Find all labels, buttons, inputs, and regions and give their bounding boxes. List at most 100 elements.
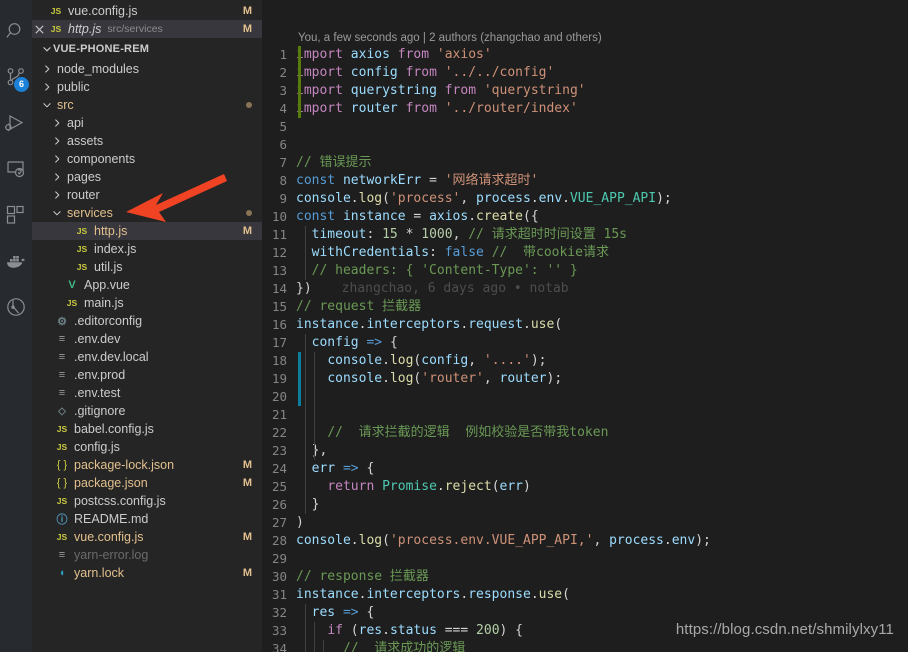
line-text: // 请求拦截的逻辑 例如校验是否带我token [327, 425, 609, 440]
tree-file-package-json[interactable]: { } package.json M [32, 474, 262, 492]
extensions-icon[interactable] [0, 192, 32, 238]
source-control-icon[interactable]: 6 [0, 54, 32, 100]
tree-file-app-vue[interactable]: V App.vue [32, 276, 262, 294]
code-line[interactable]: 25 return Promise.reject(err) [262, 478, 908, 496]
line-number: 1 [279, 47, 287, 62]
code-line[interactable]: 30 // response 拦截器 [262, 568, 908, 586]
tree-item-label: api [67, 116, 84, 130]
tree-file-package-lock-json[interactable]: { } package-lock.json M [32, 456, 262, 474]
line-text: instance.interceptors.response.use( [296, 587, 570, 602]
indent-guide [323, 640, 324, 652]
code-line[interactable]: 8 const networkErr = '网络请求超时' [262, 172, 908, 190]
env-file-icon: ≡ [58, 369, 66, 381]
code-line[interactable]: 31 instance.interceptors.response.use( [262, 586, 908, 604]
tree-file-vue-config-js[interactable]: JS vue.config.js M [32, 528, 262, 546]
code-line[interactable]: 20 [262, 388, 908, 406]
explorer-root-header[interactable]: VUE-PHONE-REM [32, 38, 262, 60]
vscode-window: 6 JS vue.config.js M JS http.js src/serv… [0, 0, 908, 652]
tree-folder-components[interactable]: components [32, 150, 262, 168]
indent-guide [305, 334, 306, 352]
line-number: 5 [279, 119, 287, 134]
indent-guide [314, 442, 315, 460]
search-icon[interactable] [0, 8, 32, 54]
close-icon[interactable] [32, 24, 47, 34]
code-line[interactable]: 28 console.log('process.env.VUE_APP_API,'… [262, 532, 908, 550]
open-editor-item[interactable]: JS vue.config.js M [32, 2, 262, 20]
tree-folder-pages[interactable]: pages [32, 168, 262, 186]
code-line[interactable]: 19 console.log('router', router); [262, 370, 908, 388]
tree-folder-node-modules[interactable]: node_modules [32, 60, 262, 78]
code-line[interactable]: 34 // 请求成功的逻辑 [262, 640, 908, 652]
tree-file-postcss-config-js[interactable]: JS postcss.config.js [32, 492, 262, 510]
code-line[interactable]: 5 [262, 118, 908, 136]
code-line[interactable]: 18 console.log(config, '....'); [262, 352, 908, 370]
code-line[interactable]: 10 const instance = axios.create({ [262, 208, 908, 226]
tree-file-yarn-error-log[interactable]: ≡ yarn-error.log [32, 546, 262, 564]
code-content[interactable]: 1 import axios from 'axios' 2 import config… [262, 46, 908, 652]
tree-file-index-js[interactable]: JS index.js [32, 240, 262, 258]
tree-file-util-js[interactable]: JS util.js [32, 258, 262, 276]
code-line[interactable]: 27) [262, 514, 908, 532]
code-line[interactable]: 14}) zhangchao, 6 days ago • notab [262, 280, 908, 298]
tree-file-http-js[interactable]: JS http.js M [32, 222, 262, 240]
code-line[interactable]: 24 err => { [262, 460, 908, 478]
tree-file-babel-config-js[interactable]: JS babel.config.js [32, 420, 262, 438]
tree-item-label: postcss.config.js [74, 494, 166, 508]
code-line[interactable]: 26 } [262, 496, 908, 514]
code-line[interactable]: 9 console.log('process', process.env.VUE_… [262, 190, 908, 208]
tree-folder-router[interactable]: router [32, 186, 262, 204]
code-line[interactable]: 13 // headers: { 'Content-Type': '' } [262, 262, 908, 280]
indent-guide [305, 352, 306, 370]
code-line[interactable]: 22 // 请求拦截的逻辑 例如校验是否带我token [262, 424, 908, 442]
code-line[interactable]: 7 // 错误提示 [262, 154, 908, 172]
indent-guide [305, 262, 306, 280]
tree-folder-api[interactable]: api [32, 114, 262, 132]
run-and-debug-icon[interactable] [0, 100, 32, 146]
tree-file--env-dev-local[interactable]: ≡ .env.dev.local [32, 348, 262, 366]
tree-folder-src[interactable]: src [32, 96, 262, 114]
tree-file--env-test[interactable]: ≡ .env.test [32, 384, 262, 402]
tree-item-label: public [57, 80, 90, 94]
js-file-icon: JS [50, 6, 62, 16]
tree-folder-public[interactable]: public [32, 78, 262, 96]
test-explorer-icon[interactable] [0, 284, 32, 330]
open-editor-item-active[interactable]: JS http.js src/services M [32, 20, 262, 38]
tree-file--env-dev[interactable]: ≡ .env.dev [32, 330, 262, 348]
code-line[interactable]: 12 withCredentials: false // 带cookie请求 [262, 244, 908, 262]
tree-file-yarn-lock[interactable]: ◖ yarn.lock M [32, 564, 262, 582]
indent-guide [305, 478, 306, 496]
remote-explorer-icon[interactable] [0, 146, 32, 192]
explorer-sidebar: JS vue.config.js M JS http.js src/servic… [32, 0, 262, 652]
env-file-icon: ≡ [58, 333, 66, 345]
line-number: 16 [271, 317, 287, 332]
code-line[interactable]: 32 res => { [262, 604, 908, 622]
code-line[interactable]: 15 // request 拦截器 [262, 298, 908, 316]
tree-file-config-js[interactable]: JS config.js [32, 438, 262, 456]
code-line[interactable]: 6 [262, 136, 908, 154]
tree-file--editorconfig[interactable]: ⚙ .editorconfig [32, 312, 262, 330]
tree-file-main-js[interactable]: JS main.js [32, 294, 262, 312]
git-status-badge: M [242, 459, 252, 471]
js-file-icon: JS [56, 496, 68, 506]
code-line[interactable]: 21 [262, 406, 908, 424]
tree-item-label: assets [67, 134, 104, 148]
tree-file--gitignore[interactable]: ◇ .gitignore [32, 402, 262, 420]
tree-folder-services[interactable]: services [32, 204, 262, 222]
line-number: 2 [279, 65, 287, 80]
code-line[interactable]: 17 config => { [262, 334, 908, 352]
docker-icon[interactable] [0, 238, 32, 284]
code-line[interactable]: 29 [262, 550, 908, 568]
code-line[interactable]: 2 import config from '../../config' [262, 64, 908, 82]
tree-folder-assets[interactable]: assets [32, 132, 262, 150]
tree-file-readme-md[interactable]: ⓘ README.md [32, 510, 262, 528]
code-line[interactable]: 4 import router from '../router/index' [262, 100, 908, 118]
git-gutter-indicator [298, 82, 301, 100]
code-line[interactable]: 23 }, [262, 442, 908, 460]
tree-file--env-prod[interactable]: ≡ .env.prod [32, 366, 262, 384]
code-line[interactable]: 3 import querystring from 'querystring' [262, 82, 908, 100]
code-line[interactable]: 1 import axios from 'axios' [262, 46, 908, 64]
js-file-icon: JS [76, 262, 88, 272]
code-line[interactable]: 11 timeout: 15 * 1000, // 请求超时时间设置 15s [262, 226, 908, 244]
code-line[interactable]: 16 instance.interceptors.request.use( [262, 316, 908, 334]
line-text: import router from '../router/index' [296, 101, 578, 116]
